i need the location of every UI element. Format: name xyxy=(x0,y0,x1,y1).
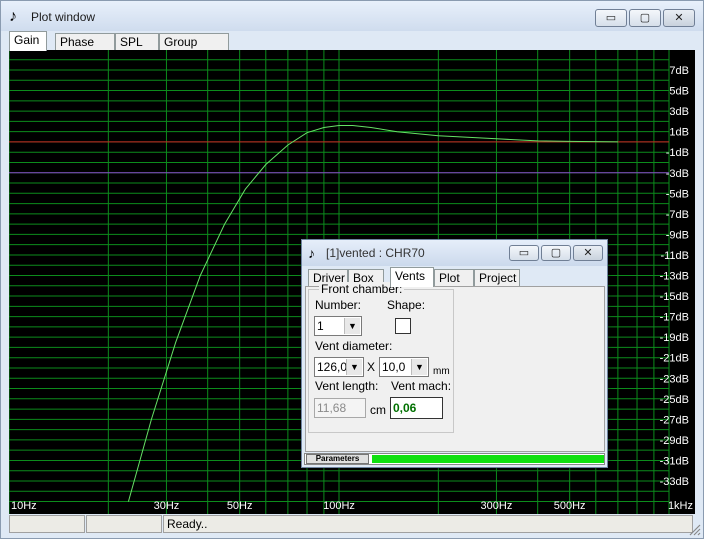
x-tick-label: 10Hz xyxy=(11,500,37,512)
y-tick-label: -3dB xyxy=(666,168,689,180)
tab-group-delay[interactable]: Group delay xyxy=(159,33,229,65)
diameter-unit: mm xyxy=(433,366,450,377)
times-sign: X xyxy=(367,360,376,374)
y-tick-label: -7dB xyxy=(666,209,689,221)
chevron-down-icon[interactable]: ▼ xyxy=(344,318,360,334)
vent-diameter-label: Vent diameter: xyxy=(315,339,393,353)
y-tick-label: -1dB xyxy=(666,147,689,159)
x-tick-label: 1kHz xyxy=(668,500,693,512)
y-tick-label: -15dB xyxy=(660,291,689,303)
chevron-down-icon[interactable]: ▼ xyxy=(411,359,427,375)
shape-label: Shape: xyxy=(387,298,426,312)
tab-plot[interactable]: Plot xyxy=(434,269,474,287)
y-tick-label: 5dB xyxy=(669,86,689,98)
close-button[interactable]: ✕ xyxy=(663,9,695,27)
y-tick-label: -13dB xyxy=(660,271,689,283)
dialog-title: [1]vented : CHR70 xyxy=(326,246,425,260)
x-tick-label: 50Hz xyxy=(227,500,253,512)
progress-fill xyxy=(372,455,604,463)
resize-grip-icon[interactable] xyxy=(689,524,701,536)
vent-mach-field: 0,06 xyxy=(390,397,443,419)
tab-gain[interactable]: Gain xyxy=(9,31,47,51)
status-message: Ready.. xyxy=(163,515,693,533)
y-tick-label: -5dB xyxy=(666,188,689,200)
dialog-minimize-button[interactable]: ▭ xyxy=(509,245,539,261)
y-tick-label: -11dB xyxy=(660,250,689,262)
tab-phase-plot[interactable]: Phase plot xyxy=(55,33,115,65)
tab-project[interactable]: Project xyxy=(474,269,520,287)
tab-spl[interactable]: SPL xyxy=(115,33,159,51)
progress-label: Parameters xyxy=(306,454,369,464)
vent-length-label: Vent length: xyxy=(315,379,379,393)
dialog-close-button[interactable]: ✕ xyxy=(573,245,603,261)
tab-vents[interactable]: Vents xyxy=(390,267,434,287)
parameters-progress: Parameters xyxy=(304,453,605,465)
length-unit: cm xyxy=(370,403,386,417)
y-tick-label: -27dB xyxy=(660,414,689,426)
x-tick-label: 300Hz xyxy=(481,500,513,512)
y-tick-label: -21dB xyxy=(660,353,689,365)
diameter2-value: 10,0 xyxy=(382,360,406,374)
y-tick-label: -25dB xyxy=(660,394,689,406)
vent-mach-label: Vent mach: xyxy=(391,379,452,393)
title-bar[interactable]: ♪ Plot window ▭ ▢ ✕ xyxy=(1,1,703,31)
diameter-select[interactable]: 126,0 ▼ xyxy=(314,357,364,377)
window-title: Plot window xyxy=(31,10,96,24)
y-tick-label: -9dB xyxy=(666,229,689,241)
app-icon: ♪ xyxy=(9,8,17,25)
shape-selector[interactable] xyxy=(395,318,411,334)
y-tick-label: 3dB xyxy=(669,106,689,118)
status-pane-1 xyxy=(9,515,85,533)
number-value: 1 xyxy=(317,319,324,333)
y-tick-label: 1dB xyxy=(669,127,689,139)
dialog-app-icon: ♪ xyxy=(308,245,315,261)
y-tick-label: -19dB xyxy=(660,332,689,344)
dialog-maximize-button[interactable]: ▢ xyxy=(541,245,571,261)
y-tick-label: -33dB xyxy=(660,476,689,488)
dialog-title-bar[interactable]: ♪ [1]vented : CHR70 ▭ ▢ ✕ xyxy=(302,240,607,266)
y-tick-label: -31dB xyxy=(660,455,689,467)
diameter-value: 126,0 xyxy=(317,360,348,374)
y-tick-label: -29dB xyxy=(660,435,689,447)
number-select[interactable]: 1 ▼ xyxy=(314,316,362,336)
x-tick-label: 500Hz xyxy=(554,500,586,512)
front-chamber-group: Front chamber: Number: Shape: 1 ▼ Vent d… xyxy=(308,282,454,433)
maximize-button[interactable]: ▢ xyxy=(629,9,661,27)
minimize-button[interactable]: ▭ xyxy=(595,9,627,27)
x-tick-label: 30Hz xyxy=(154,500,180,512)
diameter2-select[interactable]: 10,0 ▼ xyxy=(379,357,429,377)
number-label: Number: xyxy=(315,298,362,312)
status-pane-2 xyxy=(86,515,162,533)
chevron-down-icon[interactable]: ▼ xyxy=(346,359,362,375)
y-tick-label: -23dB xyxy=(660,373,689,385)
y-tick-label: 7dB xyxy=(669,65,689,77)
vent-dialog: ♪ [1]vented : CHR70 ▭ ▢ ✕ Driver Box Ven… xyxy=(301,239,608,468)
vent-length-field[interactable]: 11,68 xyxy=(314,398,366,418)
y-tick-label: -17dB xyxy=(660,312,689,324)
vents-panel: Front chamber: Number: Shape: 1 ▼ Vent d… xyxy=(305,282,605,452)
x-tick-label: 100Hz xyxy=(323,500,355,512)
